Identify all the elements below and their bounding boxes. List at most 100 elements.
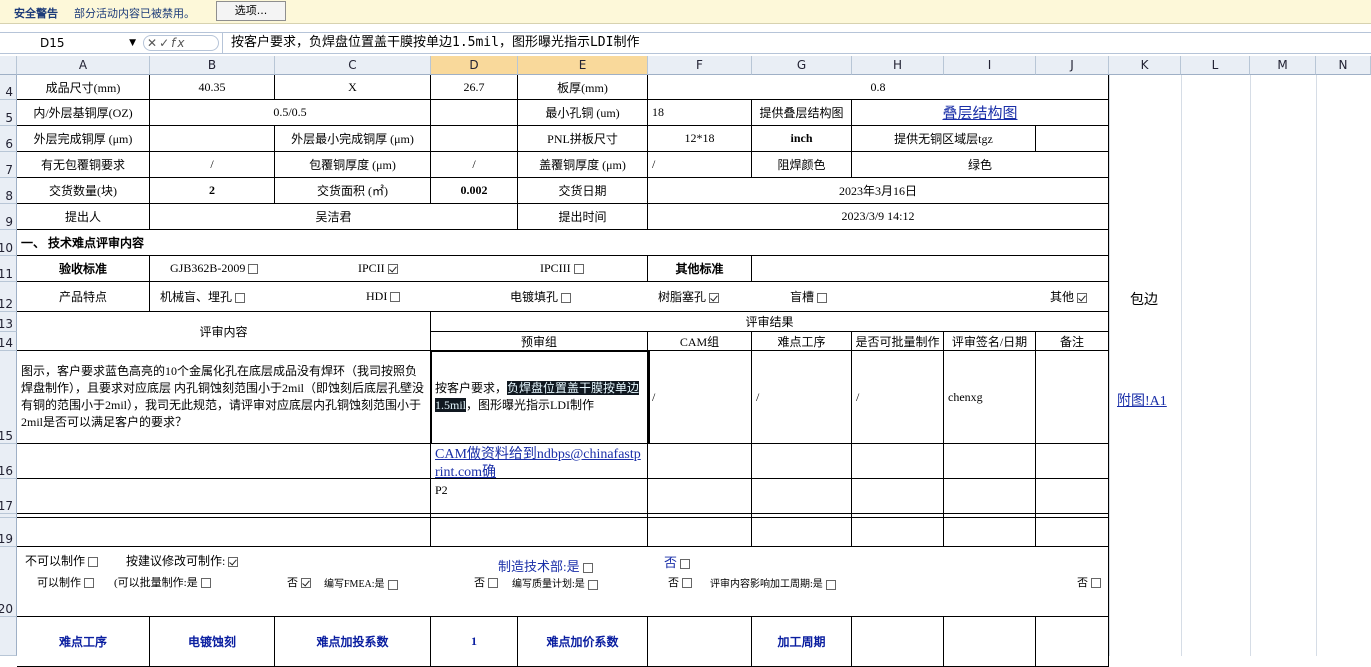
cell-d7[interactable]: / (431, 152, 518, 178)
row-header[interactable]: 17 (0, 479, 17, 514)
checkbox[interactable] (88, 557, 99, 568)
cell-a4[interactable]: 成品尺寸(mm) (17, 75, 150, 100)
checkbox[interactable] (680, 559, 691, 570)
cam-email-link[interactable]: CAM做资料给到ndbps@chinafastprint.com确 (431, 444, 648, 479)
cell-h14[interactable]: 是否可批量制作 (852, 332, 944, 351)
col-header-m[interactable]: M (1250, 56, 1316, 75)
cell-d14[interactable]: 预审组 (431, 332, 648, 351)
checkbox[interactable] (200, 578, 211, 589)
checkbox-checked[interactable] (228, 557, 239, 568)
cell-c7[interactable]: 包覆铜厚度 (μm) (275, 152, 431, 178)
cell-a9[interactable]: 提出人 (17, 204, 150, 230)
name-box[interactable]: D15 ▼ (0, 33, 140, 53)
review-description[interactable]: 图示，客户要求蓝色高亮的10个金属化孔在底层成品没有焊环（我司按照负焊盘制作），… (17, 351, 431, 444)
cell-f7[interactable]: / (648, 152, 752, 178)
cell-a5[interactable]: 内/外层基铜厚(OZ) (17, 100, 150, 126)
checkbox[interactable] (561, 293, 572, 304)
cell-g5[interactable]: 提供叠层结构图 (752, 100, 852, 126)
checkbox[interactable] (682, 578, 692, 589)
feat-via-fill[interactable]: 电镀填孔 (510, 288, 572, 305)
check-icon[interactable]: ✓ (159, 36, 171, 50)
row-header[interactable]: 15 (0, 351, 17, 444)
cell-c21[interactable]: 难点加投系数 (275, 617, 431, 667)
feat-blind-buried[interactable]: 机械盲、埋孔 (160, 288, 246, 305)
cell-j16[interactable] (1036, 444, 1109, 479)
checkbox[interactable] (235, 293, 246, 304)
col-header-g[interactable]: G (752, 56, 852, 75)
col-header-a[interactable]: A (17, 56, 150, 75)
col-header-j[interactable]: J (1036, 56, 1109, 75)
std-gjb[interactable]: GJB362B-2009 (170, 261, 259, 276)
cell-f19[interactable] (648, 518, 752, 547)
feat-hdi[interactable]: HDI (366, 289, 401, 304)
checkbox[interactable] (582, 563, 593, 574)
chevron-down-icon[interactable]: ▼ (129, 33, 136, 53)
col-header-i[interactable]: I (944, 56, 1036, 75)
opt-cannot-make[interactable]: 不可以制作 (25, 552, 99, 569)
std-ipciii[interactable]: IPCIII (540, 261, 584, 276)
cell-i19[interactable] (944, 518, 1036, 547)
cell-e21[interactable]: 难点加价系数 (518, 617, 648, 667)
cell-f9[interactable]: 2023/3/9 14:12 (648, 204, 1109, 230)
cell-g7[interactable]: 阻焊颜色 (752, 152, 852, 178)
feat-blind-slot[interactable]: 盲槽 (790, 288, 828, 305)
cell-b5[interactable]: 0.5/0.5 (150, 100, 431, 126)
cell-f16[interactable] (648, 444, 752, 479)
cell-e7[interactable]: 盖覆铜厚度 (μm) (518, 152, 648, 178)
cell-f8[interactable]: 2023年3月16日 (648, 178, 1109, 204)
std-ipcii[interactable]: IPCII (358, 261, 398, 276)
review-result-header[interactable]: 评审结果 (431, 312, 1109, 332)
cell-i15[interactable]: chenxg (944, 351, 1036, 444)
cell-j19[interactable] (1036, 518, 1109, 547)
checkbox[interactable] (84, 578, 94, 589)
cell-a17[interactable] (17, 479, 431, 514)
select-all-corner[interactable] (0, 56, 17, 75)
cell-k12[interactable]: 包边 (1130, 289, 1158, 309)
cell-b21[interactable]: 电镀蚀刻 (150, 617, 275, 667)
cell-b8[interactable]: 2 (150, 178, 275, 204)
cell-a16[interactable] (17, 444, 431, 479)
opt-batch-yes[interactable]: (可以批量制作:是 (114, 574, 211, 590)
cell-a7[interactable]: 有无包覆铜要求 (17, 152, 150, 178)
row-header[interactable]: 4 (0, 75, 17, 100)
cell-g16[interactable] (752, 444, 852, 479)
cell-i16[interactable] (944, 444, 1036, 479)
opt-modify-make[interactable]: 按建议修改可制作: (126, 552, 239, 569)
cell-h21[interactable] (852, 617, 944, 667)
cell-f11[interactable]: 其他标准 (648, 256, 752, 282)
cell-d17[interactable]: P2 (431, 479, 648, 514)
cell-e5[interactable]: 最小孔铜 (um) (518, 100, 648, 126)
cell-f21[interactable] (648, 617, 752, 667)
feat-resin-plug[interactable]: 树脂塞孔 (658, 288, 720, 305)
cell-j14[interactable]: 备注 (1036, 332, 1109, 351)
row-header[interactable]: 5 (0, 100, 17, 126)
opt-cycle-yes[interactable]: 评审内容影响加工周期:是 (710, 575, 836, 590)
checkbox[interactable] (390, 292, 401, 303)
cell-d8[interactable]: 0.002 (431, 178, 518, 204)
section-title[interactable]: 一、 技术难点评审内容 (17, 230, 1109, 256)
row-header[interactable]: 13 (0, 312, 17, 332)
cell-d5[interactable] (431, 100, 518, 126)
acceptance-standards[interactable]: GJB362B-2009 IPCII IPCIII (150, 256, 648, 282)
cell-g21[interactable]: 加工周期 (752, 617, 852, 667)
cell-a21[interactable]: 难点工序 (17, 617, 150, 667)
col-header-d[interactable]: D (431, 56, 518, 75)
checkbox[interactable] (573, 264, 584, 275)
cell-h7[interactable]: 绿色 (852, 152, 1109, 178)
cell-f6[interactable]: 12*18 (648, 126, 752, 152)
review-content-header[interactable]: 评审内容 (17, 312, 431, 351)
cell-c4[interactable]: X (275, 75, 431, 100)
cell-j17[interactable] (1036, 479, 1109, 514)
cell-d21[interactable]: 1 (431, 617, 518, 667)
cell-e4[interactable]: 板厚(mm) (518, 75, 648, 100)
cell-f15[interactable]: / (648, 351, 752, 444)
opt-can-make[interactable]: 可以制作 (37, 574, 94, 590)
col-header-n[interactable]: N (1316, 56, 1371, 75)
cell-h16[interactable] (852, 444, 944, 479)
cell-d4[interactable]: 26.7 (431, 75, 518, 100)
cell-c6[interactable]: 外层最小完成铜厚 (μm) (275, 126, 431, 152)
cell-a6[interactable]: 外层完成铜厚 (μm) (17, 126, 150, 152)
col-header-k[interactable]: K (1109, 56, 1181, 75)
opt-fmea-no[interactable]: 否 (474, 574, 498, 590)
cell-e6[interactable]: PNL拼板尺寸 (518, 126, 648, 152)
